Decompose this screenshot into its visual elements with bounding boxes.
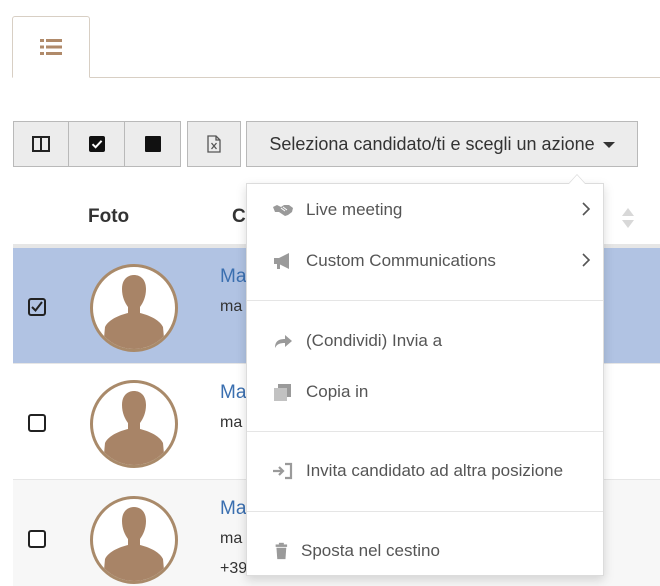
menu-item-invite-other-position[interactable]: Invita candidato ad altra posizione: [247, 451, 603, 491]
menu-item-copy[interactable]: Copia in: [247, 372, 603, 412]
column-header-candidate[interactable]: C: [232, 206, 246, 228]
checkbox-checked-icon: [88, 136, 105, 152]
share-icon: [275, 335, 292, 348]
avatar: [90, 380, 178, 468]
select-all-button[interactable]: [69, 121, 125, 167]
menu-pointer: [568, 174, 586, 184]
excel-file-icon: [207, 135, 221, 153]
menu-item-label: Invita candidato ad altra posizione: [306, 461, 564, 480]
menu-divider: [247, 300, 603, 301]
action-dropdown-menu: Live meeting Custom Communications (Cond…: [246, 183, 604, 576]
tab-list-view[interactable]: [12, 16, 90, 78]
row-checkbox[interactable]: [28, 530, 46, 548]
menu-item-label: (Condividi) Invia a: [306, 331, 443, 350]
menu-item-label: Copia in: [306, 382, 369, 401]
menu-item-share[interactable]: (Condividi) Invia a: [247, 321, 603, 361]
sort-icon[interactable]: [621, 206, 635, 230]
candidate-email: ma: [220, 298, 243, 315]
handshake-icon: [273, 205, 293, 216]
chevron-right-icon: [582, 253, 591, 267]
candidate-phone: +39: [220, 560, 248, 577]
trash-icon: [275, 542, 288, 560]
chevron-right-icon: [582, 202, 591, 216]
row-checkbox[interactable]: [28, 298, 46, 316]
menu-item-label: Custom Communications: [306, 251, 496, 270]
menu-item-move-to-trash[interactable]: Sposta nel cestino: [247, 531, 603, 571]
deselect-all-button[interactable]: [125, 121, 181, 167]
menu-item-label: Live meeting: [306, 200, 403, 219]
menu-item-label: Sposta nel cestino: [301, 541, 440, 560]
copy-icon: [274, 384, 291, 401]
megaphone-icon: [274, 253, 289, 269]
column-header-foto: Foto: [88, 206, 130, 227]
person-silhouette-icon: [103, 507, 165, 581]
list-icon: [40, 39, 62, 55]
candidate-email: ma: [220, 414, 243, 431]
export-excel-button[interactable]: [187, 121, 241, 167]
candidate-name-link[interactable]: Ma: [220, 498, 246, 520]
row-checkbox[interactable]: [28, 414, 46, 432]
person-silhouette-icon: [103, 275, 165, 349]
caret-down-icon: [602, 142, 615, 148]
candidate-name-link[interactable]: Ma: [220, 382, 246, 404]
action-dropdown-label: Seleziona candidato/ti e scegli un azion…: [269, 133, 595, 154]
columns-button[interactable]: [13, 121, 69, 167]
candidate-email: ma: [220, 530, 243, 547]
sign-in-icon: [273, 462, 293, 480]
menu-item-custom-communications[interactable]: Custom Communications: [247, 241, 603, 281]
action-dropdown-button[interactable]: Seleziona candidato/ti e scegli un azion…: [246, 121, 638, 167]
avatar: [90, 496, 178, 584]
candidate-name-link[interactable]: Ma: [220, 266, 246, 288]
tab-divider: [12, 77, 660, 78]
check-icon: [31, 301, 43, 313]
menu-divider: [247, 431, 603, 432]
toolbar: [13, 121, 241, 167]
page: Seleziona candidato/ti e scegli un azion…: [0, 0, 660, 586]
columns-icon: [32, 136, 50, 152]
square-icon: [144, 136, 161, 152]
menu-divider: [247, 511, 603, 512]
menu-item-live-meeting[interactable]: Live meeting: [247, 190, 603, 230]
avatar: [90, 264, 178, 352]
person-silhouette-icon: [103, 391, 165, 465]
